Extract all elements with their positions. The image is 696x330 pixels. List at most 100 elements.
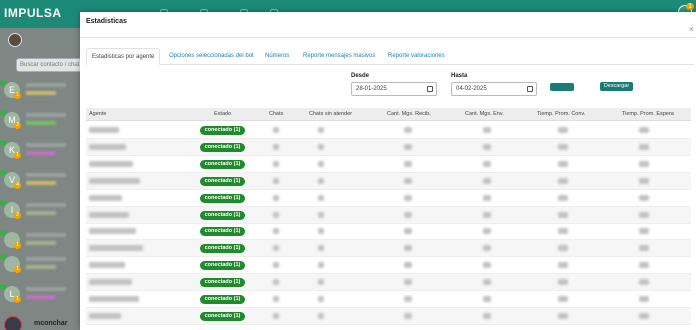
contact-search-input[interactable]: Buscar contacto / chat	[16, 58, 90, 72]
contact-name	[26, 113, 66, 117]
whatsapp-icon	[0, 200, 6, 206]
calendar-icon[interactable]	[427, 86, 433, 92]
col-mgs-recib[interactable]: Cant. Mgs. Recib.	[387, 111, 431, 117]
stat-value	[639, 245, 649, 252]
descargar-button[interactable]: Descargar	[600, 82, 633, 91]
stat-value	[318, 177, 324, 184]
stat-value	[558, 279, 568, 286]
stat-value	[318, 296, 324, 302]
stat-value	[483, 279, 491, 286]
stat-value	[558, 312, 568, 319]
status-badge: conectado (1)	[200, 176, 245, 186]
stat-value	[404, 245, 412, 252]
tab-bar: Estadisticas por agente Opciones selecci…	[86, 48, 694, 65]
stat-value	[318, 245, 324, 252]
tab-numeros[interactable]: Números	[260, 48, 294, 65]
table-row: conectado (1)	[86, 291, 691, 308]
stat-value	[639, 211, 649, 218]
stat-value	[558, 262, 568, 269]
tab-opciones-bot[interactable]: Opciones seleccionadas del bot	[164, 48, 259, 65]
unread-count: 1	[14, 152, 21, 159]
contact-item[interactable]: I2	[0, 200, 84, 222]
stat-value	[558, 127, 568, 133]
table-row: conectado (1)	[86, 274, 691, 292]
contact-preview	[26, 265, 56, 269]
contact-preview	[26, 91, 56, 95]
contact-name: mconchar	[34, 320, 68, 327]
close-icon[interactable]: ×	[689, 24, 694, 34]
stat-value	[404, 211, 412, 218]
stat-value	[558, 296, 568, 302]
calendar-icon[interactable]	[527, 86, 533, 92]
stat-value	[273, 296, 279, 302]
contact-preview	[26, 295, 56, 299]
contact-item[interactable]: K1	[0, 140, 84, 162]
contact-name	[26, 287, 66, 291]
table-row: conectado (1)	[86, 172, 691, 190]
stat-value	[483, 143, 491, 150]
stat-value	[273, 245, 279, 252]
contact-name	[26, 173, 66, 177]
contact-name	[26, 233, 66, 237]
whatsapp-icon	[0, 110, 6, 116]
contact-name	[26, 257, 66, 261]
tab-estadisticas-por-agente[interactable]: Estadisticas por agente	[86, 48, 161, 65]
table-row: conectado (1)	[86, 223, 691, 241]
stat-value	[318, 312, 324, 319]
hasta-date-input[interactable]: 04-02-2025	[451, 82, 537, 96]
status-badge: conectado (1)	[200, 261, 245, 271]
contact-item[interactable]: mconchar	[0, 316, 84, 330]
agent-name	[89, 127, 119, 133]
tab-mensajes-masivos[interactable]: Reporte mensajes masivos	[298, 48, 380, 65]
unread-count: 2	[14, 122, 21, 129]
contact-item[interactable]: L1	[0, 284, 84, 306]
stat-value	[404, 312, 412, 319]
stat-value	[558, 211, 568, 218]
stat-value	[483, 211, 491, 218]
stat-value	[273, 211, 279, 218]
unread-count: 1	[14, 92, 21, 99]
stat-value	[639, 143, 649, 150]
col-tiemp-prom-espera[interactable]: Tiemp. Prom. Espera	[622, 111, 674, 117]
stat-value	[639, 262, 649, 269]
contact-preview	[26, 151, 56, 155]
stat-value	[404, 143, 412, 150]
stat-value	[483, 262, 491, 269]
col-chats-sin-atender[interactable]: Chats sin atender	[309, 111, 352, 117]
stat-value	[639, 296, 649, 302]
col-tiemp-prom-conv[interactable]: Tiemp. Prom. Conv.	[537, 111, 585, 117]
stat-value	[318, 211, 324, 218]
notification-count: 1	[686, 3, 694, 10]
contacts-sidebar: Buscar contacto / chat E1 M2 K1 V4 I2 1 …	[0, 28, 90, 330]
col-agente[interactable]: Agente	[89, 111, 106, 117]
agent-name	[89, 279, 132, 286]
status-badge: conectado (1)	[200, 244, 245, 254]
stat-value	[404, 296, 412, 302]
contact-item[interactable]: E1	[0, 80, 84, 102]
stat-value	[639, 177, 649, 184]
contact-item[interactable]: V4	[0, 170, 84, 192]
status-badge: conectado (1)	[200, 210, 245, 220]
stat-value	[318, 160, 324, 167]
contact-item[interactable]: 1	[0, 254, 84, 276]
stat-value	[404, 177, 412, 184]
table-row: conectado (1)	[86, 156, 691, 173]
tab-valoraciones[interactable]: Reporte valoraciones	[383, 48, 450, 65]
stat-value	[404, 262, 412, 269]
buscar-button[interactable]: Buscar	[550, 83, 574, 91]
whatsapp-icon	[0, 230, 6, 236]
user-avatar[interactable]	[8, 33, 22, 47]
stat-value	[273, 228, 279, 235]
contact-item[interactable]: M2	[0, 110, 84, 132]
desde-date-input[interactable]: 28-01-2025	[351, 82, 437, 96]
stat-value	[273, 177, 279, 184]
col-estado[interactable]: Estado	[214, 111, 231, 117]
col-chats[interactable]: Chats	[269, 111, 283, 117]
col-mgs-env[interactable]: Cant. Mgs. Env.	[465, 111, 504, 117]
status-badge: conectado (1)	[200, 227, 245, 237]
table-row: conectado (1)	[86, 257, 691, 275]
hasta-date-value: 04-02-2025	[456, 86, 487, 92]
contact-item[interactable]: 1	[0, 230, 84, 252]
status-badge: conectado (1)	[200, 193, 245, 203]
stat-value	[639, 160, 649, 167]
